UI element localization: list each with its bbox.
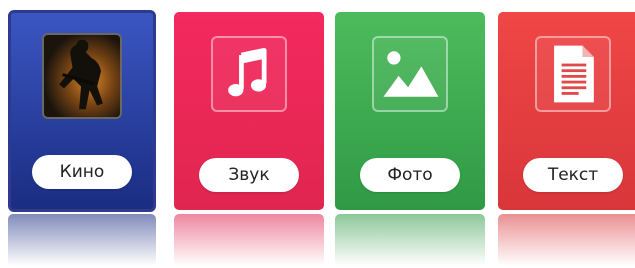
tile-label-foto: Фото — [360, 158, 460, 192]
tile-reflection — [498, 214, 635, 266]
tile-label-zvuk: Звук — [199, 158, 299, 192]
film-poster-icon — [42, 33, 122, 119]
image-icon — [372, 36, 448, 112]
tile-foto[interactable]: Фото — [335, 12, 485, 210]
tile-kino[interactable]: Кино — [8, 10, 156, 212]
tile-tekst[interactable]: Текст — [498, 12, 635, 210]
tile-label-kino: Кино — [32, 155, 132, 189]
media-category-tiles: Кино Звук Фото Текст — [0, 0, 635, 268]
tile-zvuk[interactable]: Звук — [174, 12, 324, 210]
tile-reflection — [335, 214, 485, 266]
music-note-icon — [211, 36, 287, 112]
tile-reflection — [8, 214, 156, 266]
document-icon — [535, 36, 611, 112]
tile-label-tekst: Текст — [523, 158, 623, 192]
tile-reflection — [174, 214, 324, 266]
